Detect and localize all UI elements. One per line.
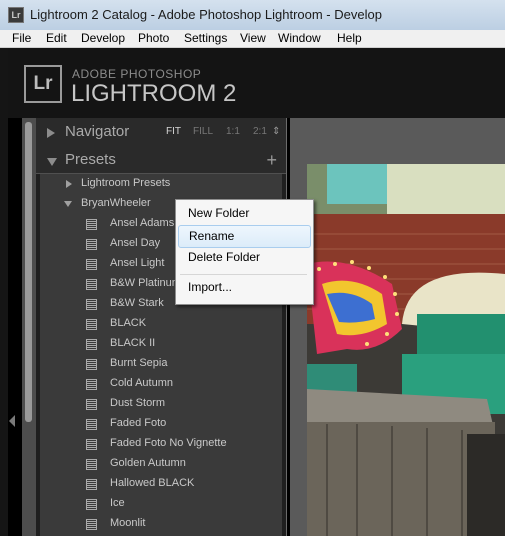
menu-file[interactable]: File (12, 31, 31, 45)
menu-rename[interactable]: Rename (178, 225, 311, 248)
lightroom-app-icon[interactable]: Lr (8, 7, 24, 23)
add-preset-icon[interactable]: + (266, 150, 277, 171)
panel-scroll-thumb[interactable] (25, 122, 32, 422)
preset-item[interactable]: Cold Autumn (40, 374, 282, 394)
preset-icon (86, 379, 97, 390)
lightroom-logo: Lr (24, 65, 62, 103)
preset-icon (86, 499, 97, 510)
preset-icon (86, 299, 97, 310)
left-panel: Navigator FIT FILL 1:1 2:1 ⇕ Presets + L… (36, 118, 287, 536)
preset-label: Moonlit (110, 517, 146, 529)
preset-label: Ice (110, 497, 125, 509)
photo-image (307, 164, 505, 536)
folder-context-menu: New Folder Rename Delete Folder Import..… (175, 199, 314, 305)
preset-icon (86, 219, 97, 230)
title-bar: Lr Lightroom 2 Catalog - Adobe Photoshop… (0, 0, 505, 31)
menu-help[interactable]: Help (337, 31, 362, 45)
preset-icon (86, 479, 97, 490)
menu-separator (180, 274, 307, 275)
preset-item[interactable]: Ice (40, 494, 282, 514)
preset-label: BLACK (110, 317, 147, 329)
menu-settings[interactable]: Settings (184, 31, 227, 45)
preset-label: Ansel Day (110, 237, 161, 249)
preset-icon (86, 519, 97, 530)
preset-icon (86, 279, 97, 290)
expand-arrow-icon (47, 128, 55, 138)
identity-plate: Lr ADOBE PHOTOSHOP LIGHTROOM 2 (8, 48, 505, 118)
preset-item[interactable]: BLACK II (40, 334, 282, 354)
preset-item[interactable]: Moonlit (40, 514, 282, 534)
presets-header[interactable]: Presets + (36, 148, 286, 174)
collapse-arrow-icon (47, 158, 57, 166)
navigator-label: Navigator (65, 123, 130, 140)
preset-item[interactable]: Dust Storm (40, 394, 282, 414)
preset-label: Hallowed BLACK (110, 477, 195, 489)
zoom-fill[interactable]: FILL (193, 126, 213, 137)
preset-icon (86, 319, 97, 330)
preset-item[interactable]: Hallowed BLACK (40, 474, 282, 494)
presets-label: Presets (65, 151, 116, 168)
preset-item[interactable]: BLACK (40, 314, 282, 334)
collapse-arrow-icon (64, 201, 72, 207)
menu-window[interactable]: Window (278, 31, 321, 45)
preset-icon (86, 399, 97, 410)
menu-view[interactable]: View (240, 31, 266, 45)
preset-icon (86, 459, 97, 470)
preset-item[interactable]: Golden Autumn (40, 454, 282, 474)
preset-item[interactable]: Burnt Sepia (40, 354, 282, 374)
expand-arrow-icon (66, 180, 72, 188)
preset-label: Golden Autumn (110, 457, 186, 469)
preset-label: Ansel Adams (110, 217, 175, 229)
preset-icon (86, 359, 97, 370)
menu-delete-folder[interactable]: Delete Folder (178, 247, 309, 268)
preset-icon (86, 439, 97, 450)
menu-edit[interactable]: Edit (46, 31, 67, 45)
preset-label: B&W Platinum (110, 277, 181, 289)
folder-label: Lightroom Presets (81, 177, 171, 189)
preset-label: Cold Autumn (110, 377, 173, 389)
menu-import[interactable]: Import... (178, 277, 309, 298)
zoom-stepper-icon[interactable]: ⇕ (272, 126, 280, 137)
menu-photo[interactable]: Photo (138, 31, 169, 45)
preset-item[interactable]: Faded Foto No Vignette (40, 434, 282, 454)
left-edge (0, 48, 8, 536)
zoom-2-1[interactable]: 2:1 (253, 126, 267, 137)
preset-label: Ansel Light (110, 257, 165, 269)
preset-label: Burnt Sepia (110, 357, 168, 369)
photo-preview[interactable] (307, 164, 505, 536)
navigator-header[interactable]: Navigator FIT FILL 1:1 2:1 ⇕ (36, 118, 286, 149)
menu-develop[interactable]: Develop (81, 31, 125, 45)
folder-label: BryanWheeler (81, 197, 151, 209)
menu-new-folder[interactable]: New Folder (178, 203, 309, 224)
preset-icon (86, 259, 97, 270)
collapse-left-panel-icon[interactable] (9, 415, 15, 427)
preset-icon (86, 419, 97, 430)
preset-label: Dust Storm (110, 397, 166, 409)
preset-item[interactable]: Faded Foto (40, 414, 282, 434)
preset-label: B&W Stark (110, 297, 164, 309)
window-title: Lightroom 2 Catalog - Adobe Photoshop Li… (30, 7, 382, 22)
preset-icon (86, 339, 97, 350)
brand-line1: ADOBE PHOTOSHOP (72, 67, 202, 81)
preset-label: Faded Foto (110, 417, 167, 429)
preset-label: Faded Foto No Vignette (110, 437, 227, 449)
zoom-fit[interactable]: FIT (166, 126, 181, 137)
zoom-1-1[interactable]: 1:1 (226, 126, 240, 137)
preset-icon (86, 239, 97, 250)
preset-label: BLACK II (110, 337, 156, 349)
brand-line2: LIGHTROOM 2 (71, 80, 237, 107)
folder-lightroom-presets[interactable]: Lightroom Presets (40, 174, 282, 194)
menu-bar: File Edit Develop Photo Settings View Wi… (0, 30, 505, 48)
